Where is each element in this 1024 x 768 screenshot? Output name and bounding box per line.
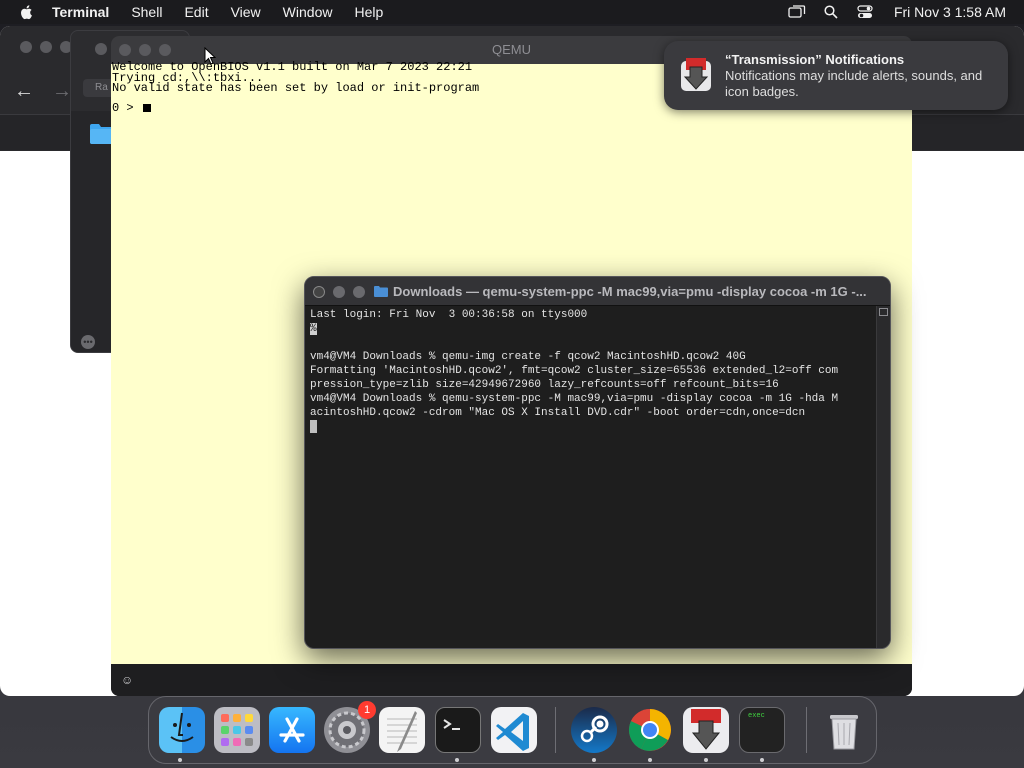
window-controls: [95, 43, 107, 55]
terminal-line: Formatting 'MacintoshHD.qcow2', fmt=qcow…: [310, 365, 839, 377]
control-center-icon[interactable]: [856, 4, 874, 20]
openbios-line-3: No valid state has been set by load or i…: [112, 81, 480, 95]
running-indicator: [704, 758, 708, 762]
terminal-icon: [443, 719, 460, 730]
dock-vscode[interactable]: [491, 707, 537, 753]
terminal-line: %: [310, 322, 875, 336]
menu-app-name[interactable]: Terminal: [52, 4, 109, 20]
running-indicator: [455, 758, 459, 762]
scroll-menu-icon[interactable]: [879, 308, 888, 316]
menu-shell[interactable]: Shell: [131, 4, 162, 20]
dock-system-settings[interactable]: 1: [324, 701, 376, 753]
running-indicator: [592, 758, 596, 762]
app-store-icon: [279, 717, 305, 743]
transmission-icon: [681, 58, 711, 91]
terminal-line-text: %: [310, 323, 317, 335]
dock-separator: [555, 707, 556, 753]
menu-clock[interactable]: Fri Nov 3 1:58 AM: [894, 4, 1006, 20]
menu-bar: Terminal Shell Edit View Window Help Fri…: [0, 0, 1024, 24]
terminal-line: vm4@VM4 Downloads % qemu-system-ppc -M m…: [310, 393, 839, 405]
status-area: Fri Nov 3 1:58 AM: [788, 0, 1024, 24]
zoom-button[interactable]: [159, 44, 171, 56]
launchpad-icon: [221, 714, 253, 746]
dock-steam[interactable]: [571, 707, 617, 753]
terminal-cursor-line: [310, 420, 875, 434]
dock-launchpad[interactable]: [214, 707, 260, 753]
apple-menu-icon[interactable]: [19, 4, 35, 20]
menu-window[interactable]: Window: [283, 4, 333, 20]
window-controls: [20, 41, 72, 53]
running-indicator: [760, 758, 764, 762]
close-button[interactable]: [313, 286, 325, 298]
terminal-line: acintoshHD.qcow2 -cdrom "Mac OS X Instal…: [310, 407, 806, 419]
transmission-notification[interactable]: “Transmission” Notifications Notificatio…: [664, 41, 1008, 110]
notification-badge: 1: [358, 701, 376, 719]
minimize-button[interactable]: [139, 44, 151, 56]
more-icon[interactable]: •••: [81, 335, 95, 349]
dock-exec[interactable]: exec: [739, 707, 785, 753]
dock-finder[interactable]: [159, 707, 205, 753]
chrome-icon: [628, 709, 671, 751]
close-button[interactable]: [95, 43, 107, 55]
dock-trash[interactable]: [821, 707, 867, 753]
close-button[interactable]: [119, 44, 131, 56]
spotlight-search-icon[interactable]: [822, 4, 840, 20]
prompt-text: 0 >: [112, 101, 141, 115]
dock-terminal[interactable]: [435, 707, 481, 753]
minimize-button[interactable]: [40, 41, 52, 53]
minimize-button[interactable]: [333, 286, 345, 298]
qemu-title: QEMU: [492, 42, 531, 57]
running-indicator: [648, 758, 652, 762]
terminal-cursor: [310, 420, 317, 433]
textedit-icon: [387, 711, 417, 752]
terminal-title: Downloads — qemu-system-ppc -M mac99,via…: [393, 284, 867, 299]
zoom-button[interactable]: [353, 286, 365, 298]
back-arrow-icon[interactable]: ←: [14, 80, 34, 103]
screen-mirroring-icon[interactable]: [788, 4, 806, 20]
folder-icon: [374, 286, 388, 297]
mouse-pointer-icon: [204, 47, 216, 65]
dock: 1 exec: [148, 696, 877, 764]
window-controls: [119, 44, 171, 56]
dock-separator: [806, 707, 807, 753]
terminal-scrollbar[interactable]: [876, 306, 890, 648]
terminal-line: vm4@VM4 Downloads % qemu-img create -f q…: [310, 351, 746, 363]
qemu-bottom-bar: ☺: [111, 664, 912, 696]
terminal-line: pression_type=zlib size=42949672960 lazy…: [310, 379, 779, 391]
transmission-icon: [691, 709, 721, 750]
dock-app-store[interactable]: [269, 707, 315, 753]
dock-chrome[interactable]: [627, 707, 673, 753]
terminal-line: Last login: Fri Nov 3 00:36:58 on ttys00…: [310, 309, 588, 321]
finder-navigation: ← →: [14, 80, 72, 103]
terminal-title-bar: Downloads — qemu-system-ppc -M mac99,via…: [305, 277, 890, 306]
trash-icon: [830, 715, 858, 750]
steam-icon: [580, 715, 609, 743]
vscode-icon: [496, 713, 529, 751]
finder-icon: [170, 712, 194, 742]
close-button[interactable]: [20, 41, 32, 53]
prompt-cursor: [142, 103, 151, 112]
menu-edit[interactable]: Edit: [184, 4, 208, 20]
dock-textedit[interactable]: [379, 707, 425, 753]
openbios-prompt: 0 >: [112, 102, 151, 114]
exec-icon: exec: [748, 712, 765, 720]
dock-transmission[interactable]: [683, 707, 729, 753]
menu-view[interactable]: View: [231, 4, 261, 20]
running-indicator: [178, 758, 182, 762]
terminal-window: Downloads — qemu-system-ppc -M mac99,via…: [304, 276, 891, 649]
finder-sidebar: [71, 111, 111, 352]
terminal-output[interactable]: Last login: Fri Nov 3 00:36:58 on ttys00…: [310, 308, 875, 648]
notification-title: “Transmission” Notifications: [725, 52, 905, 67]
window-controls: [313, 286, 365, 298]
emoji-icon[interactable]: ☺: [121, 673, 133, 687]
notification-body: Notifications may include alerts, sounds…: [725, 68, 983, 99]
forward-arrow-icon[interactable]: →: [52, 80, 72, 103]
menu-help[interactable]: Help: [354, 4, 383, 20]
